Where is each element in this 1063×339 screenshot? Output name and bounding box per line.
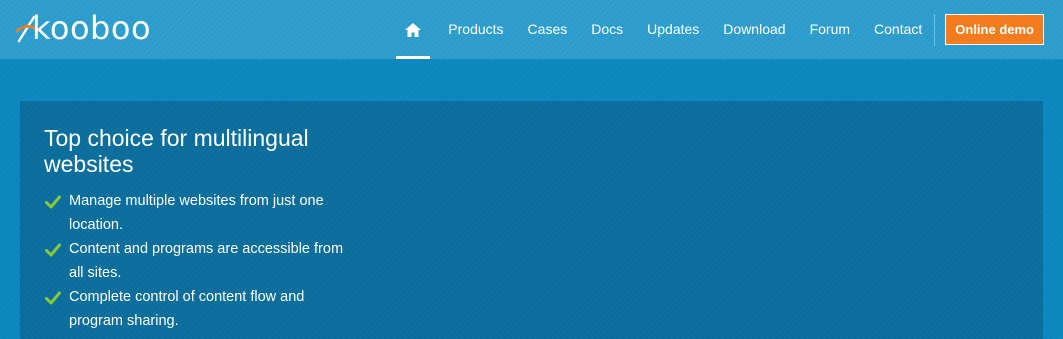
nav-item-updates[interactable]: Updates (635, 0, 711, 59)
nav-item-products[interactable]: Products (436, 0, 515, 59)
page: kooboo Products Cases Docs Updates Downl… (0, 0, 1063, 339)
feature-text: Content and programs are accessible from… (69, 241, 344, 281)
feature-item: Manage multiple websites from just one l… (44, 189, 354, 237)
logo[interactable]: kooboo (16, 8, 151, 48)
online-demo-button[interactable]: Online demo (945, 14, 1044, 45)
feature-text: Manage multiple websites from just one l… (69, 193, 324, 233)
check-icon (45, 195, 61, 209)
logo-text: kooboo (32, 9, 152, 47)
nav-item-cases[interactable]: Cases (516, 0, 580, 59)
main-nav: Products Cases Docs Updates Download For… (396, 0, 1063, 59)
check-icon (45, 243, 61, 257)
hero-panel: Top choice for multilingual websites Man… (20, 101, 1043, 339)
nav-item-forum[interactable]: Forum (798, 0, 862, 59)
nav-home[interactable] (396, 0, 431, 59)
nav-item-download[interactable]: Download (711, 0, 797, 59)
feature-text: Complete control of content flow and pro… (69, 289, 305, 329)
feature-item: Complete control of content flow and pro… (44, 285, 354, 333)
check-icon (45, 291, 61, 305)
hero-title: Top choice for multilingual websites (44, 125, 309, 177)
top-navigation-bar: kooboo Products Cases Docs Updates Downl… (0, 0, 1063, 60)
nav-item-contact[interactable]: Contact (862, 0, 934, 59)
nav-item-docs[interactable]: Docs (579, 0, 635, 59)
feature-item: Content and programs are accessible from… (44, 237, 354, 285)
nav-divider (934, 13, 936, 46)
home-icon (405, 22, 422, 37)
feature-list: Manage multiple websites from just one l… (44, 189, 354, 333)
